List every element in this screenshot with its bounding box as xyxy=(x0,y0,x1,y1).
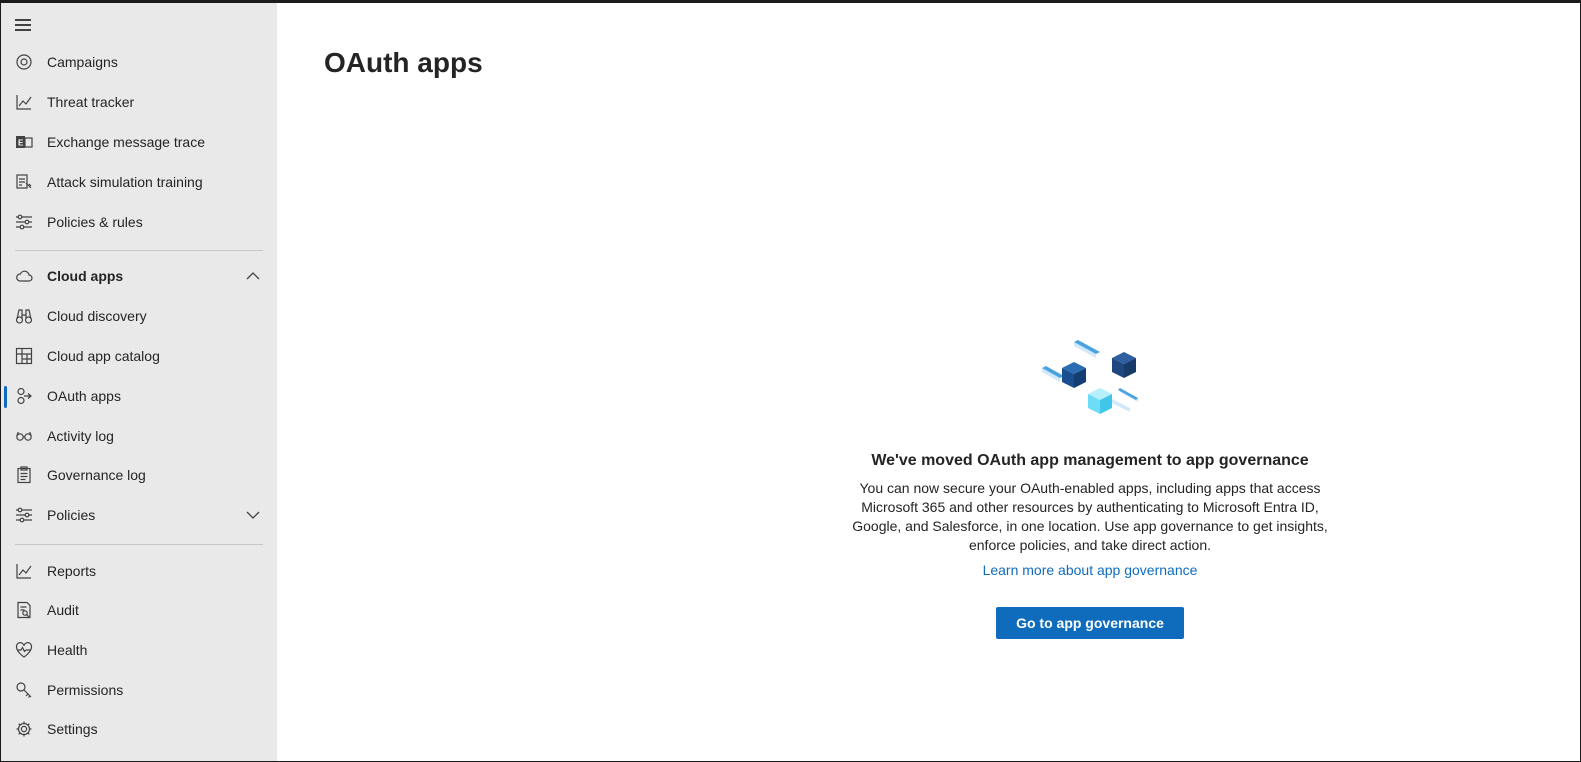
sidebar: Campaigns Threat tracker E Exchange mess… xyxy=(1,3,277,761)
binoculars-icon xyxy=(15,307,33,325)
sidebar-item-threat-tracker[interactable]: Threat tracker xyxy=(1,84,277,120)
gear-icon xyxy=(15,720,33,738)
sidebar-item-audit[interactable]: Audit xyxy=(1,592,277,628)
sidebar-item-health[interactable]: Health xyxy=(1,632,277,668)
cloud-icon xyxy=(15,267,33,285)
empty-state: We've moved OAuth app management to app … xyxy=(847,338,1333,639)
sidebar-item-label: Audit xyxy=(47,602,79,618)
page-title: OAuth apps xyxy=(324,47,483,78)
sidebar-item-reports[interactable]: Reports xyxy=(1,553,277,589)
sidebar-item-label: Governance log xyxy=(47,467,146,483)
clipboard-icon xyxy=(15,466,33,484)
main-content: OAuth apps We've moved OAuth app managem… xyxy=(277,3,1580,761)
chevron-down-icon[interactable] xyxy=(245,508,261,522)
sidebar-item-cloud-discovery[interactable]: Cloud discovery xyxy=(1,298,277,334)
sidebar-item-activity-log[interactable]: Activity log xyxy=(1,418,277,454)
learn-more-link[interactable]: Learn more about app governance xyxy=(983,562,1198,578)
sidebar-item-policies[interactable]: Policies xyxy=(1,497,277,533)
audit-icon xyxy=(15,601,33,619)
sidebar-item-label: Health xyxy=(47,642,88,658)
sidebar-item-exchange-message-trace[interactable]: E Exchange message trace xyxy=(1,124,277,160)
sidebar-item-label: Policies xyxy=(47,507,96,523)
grid-icon xyxy=(15,347,33,365)
cubes-illustration xyxy=(1042,340,1138,414)
sidebar-item-policies-rules[interactable]: Policies & rules xyxy=(1,204,277,240)
sidebar-item-oauth-apps[interactable]: OAuth apps xyxy=(1,378,277,414)
sidebar-item-label: OAuth apps xyxy=(47,388,121,404)
sidebar-item-label: Settings xyxy=(47,721,98,737)
line-chart-icon xyxy=(15,562,33,580)
chevron-up-icon[interactable] xyxy=(245,269,261,283)
heart-pulse-icon xyxy=(15,641,33,659)
sidebar-divider xyxy=(15,250,263,251)
sidebar-group-label: Cloud apps xyxy=(47,268,124,284)
empty-state-heading: We've moved OAuth app management to app … xyxy=(871,452,1309,469)
exchange-icon: E xyxy=(15,133,33,151)
sliders-icon xyxy=(15,213,33,231)
sidebar-item-campaigns[interactable]: Campaigns xyxy=(1,44,277,80)
sidebar-item-label: Policies & rules xyxy=(47,214,143,230)
oauth-icon xyxy=(15,387,33,405)
go-to-app-governance-button[interactable]: Go to app governance xyxy=(996,607,1184,639)
sidebar-item-label: Cloud app catalog xyxy=(47,348,160,364)
sidebar-item-label: Activity log xyxy=(47,428,114,444)
sidebar-item-permissions[interactable]: Permissions xyxy=(1,672,277,708)
sidebar-group-cloud-apps[interactable]: Cloud apps xyxy=(1,258,277,294)
line-chart-icon xyxy=(15,93,33,111)
sidebar-item-label: Permissions xyxy=(47,682,124,698)
svg-text:E: E xyxy=(18,139,24,148)
sidebar-item-label: Campaigns xyxy=(47,54,118,70)
key-icon xyxy=(15,681,33,699)
sidebar-item-label: Reports xyxy=(47,563,97,579)
sidebar-item-settings[interactable]: Settings xyxy=(1,711,277,747)
sliders-icon xyxy=(15,506,33,524)
sidebar-divider xyxy=(15,544,263,545)
sidebar-item-governance-log[interactable]: Governance log xyxy=(1,457,277,493)
simulation-icon xyxy=(15,173,33,191)
sidebar-item-label: Threat tracker xyxy=(47,94,135,110)
hamburger-icon[interactable] xyxy=(15,19,33,31)
sidebar-item-label: Cloud discovery xyxy=(47,308,147,324)
empty-state-description: You can now secure your OAuth-enabled ap… xyxy=(852,480,1328,553)
target-icon xyxy=(15,53,33,71)
sidebar-item-label: Exchange message trace xyxy=(47,134,205,150)
sidebar-item-label: Attack simulation training xyxy=(47,174,203,190)
sidebar-item-cloud-app-catalog[interactable]: Cloud app catalog xyxy=(1,338,277,374)
glasses-icon xyxy=(15,427,33,445)
sidebar-item-attack-simulation-training[interactable]: Attack simulation training xyxy=(1,164,277,200)
